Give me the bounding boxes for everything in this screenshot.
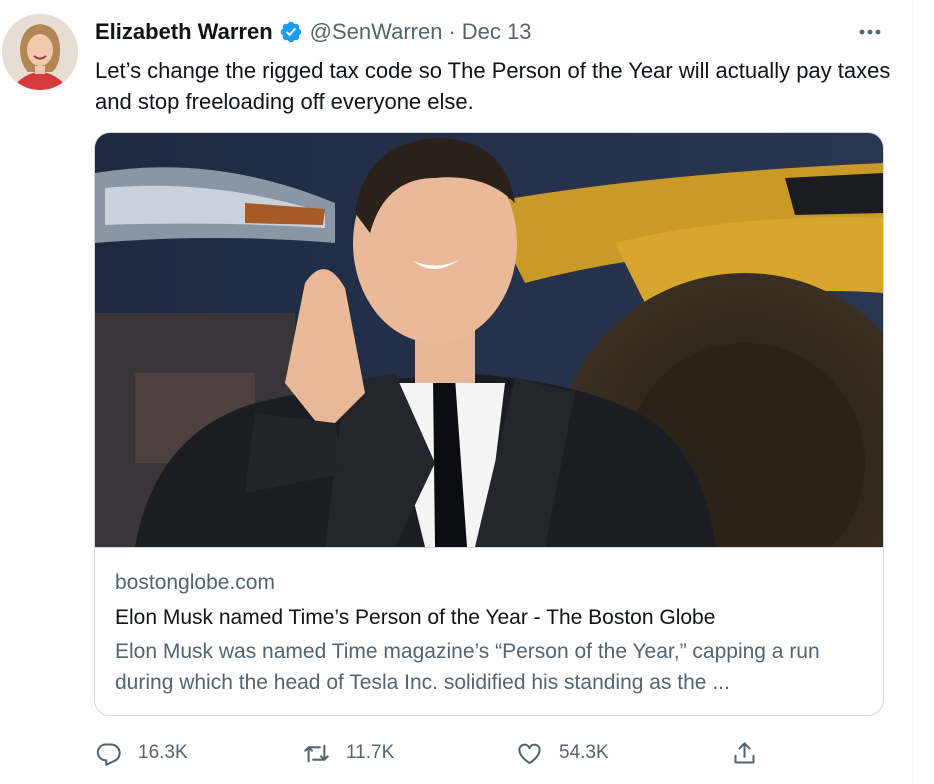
retweet-button[interactable]: 11.7K [303,735,394,771]
card-divider [95,547,883,548]
author-handle[interactable]: @SenWarren [310,19,443,45]
retweet-icon [304,744,329,762]
more-horizontal-icon[interactable] [850,18,890,46]
tweet-date[interactable]: Dec 13 [462,19,532,45]
reply-count: 16.3K [138,742,188,763]
card-description: Elon Musk was named Time magazine’s “Per… [115,640,820,694]
reply-button[interactable]: 16.3K [95,735,188,771]
action-bar: 16.3K 11.7K 54.3K [95,735,885,771]
retweet-count: 11.7K [346,742,395,763]
card-title: Elon Musk named Time’s Person of the Yea… [115,606,716,629]
like-count: 54.3K [559,742,609,763]
share-button[interactable] [731,735,774,771]
separator-dot: · [448,19,456,44]
avatar-image [2,14,78,90]
author-name[interactable]: Elizabeth Warren [95,19,273,45]
link-card[interactable]: bostonglobe.com Elon Musk named Time’s P… [94,132,884,716]
card-image [95,133,883,547]
card-meta: bostonglobe.com Elon Musk named Time’s P… [115,569,865,698]
tweet-header: Elizabeth Warren @SenWarren · Dec 13 [95,18,532,46]
tweet-text: Let’s change the rigged tax code so The … [95,58,891,114]
like-button[interactable]: 54.3K [516,735,609,771]
verified-badge-icon [279,20,303,44]
avatar[interactable] [2,14,78,90]
reply-icon [96,742,121,766]
card-domain: bostonglobe.com [115,571,275,594]
heart-icon [518,743,541,764]
share-icon [734,741,755,764]
timeline-border [912,0,913,784]
